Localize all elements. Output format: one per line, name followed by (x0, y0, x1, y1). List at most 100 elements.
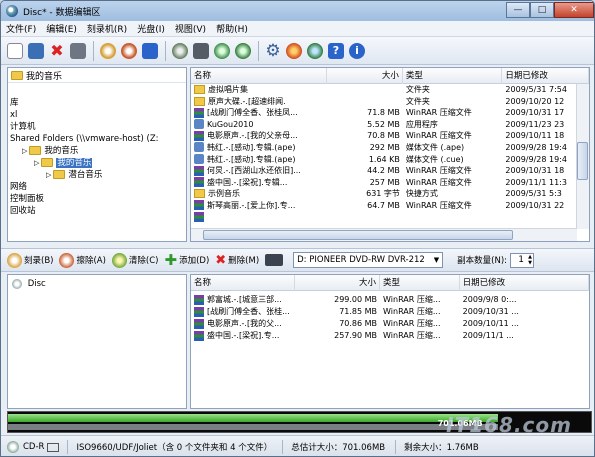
disc-file-date: 2009/9/8 0:... (460, 294, 589, 306)
col-type-header[interactable]: 类型 (403, 68, 503, 84)
file-date-text: 2009/10/20 12 (505, 96, 565, 106)
file-row[interactable]: 斯琴高丽.-.[爱上你].专... 64.7 MB WinRAR 压缩文件 2009/… (191, 200, 589, 212)
tree-node[interactable]: 计算机 (8, 121, 186, 133)
menu-view[interactable]: 视图(V) (170, 22, 211, 35)
save-icon (28, 42, 44, 59)
app-icon (194, 119, 204, 130)
clear-button[interactable]: 清除(C) (111, 252, 159, 268)
file-row[interactable]: KuGou2010 5.52 MB 应用程序 2009/11/23 23 (191, 119, 589, 131)
tree-node[interactable]: 回收站 (8, 205, 186, 217)
file-row[interactable]: 虚拟唱片集 文件夹 2009/5/31 7:54 (191, 84, 589, 96)
tree-node[interactable]: 控制面板 (8, 193, 186, 205)
burn-button[interactable]: 刻录(B) (7, 252, 53, 268)
menu-recorder[interactable]: 刻录机(R) (82, 22, 132, 35)
menu-edit[interactable]: 编辑(E) (41, 22, 82, 35)
expand-arrow-icon[interactable]: ▷ (34, 159, 39, 167)
file-size-text: 64.7 MB (367, 200, 400, 210)
file-size (327, 84, 403, 96)
menu-file[interactable]: 文件(F) (1, 22, 41, 35)
scroll-thumb[interactable] (203, 230, 513, 240)
delete-button[interactable]: ✖ (47, 41, 67, 61)
file-row[interactable]: 何炅.-.[西湖山水还依旧]... 44.2 MB WinRAR 压缩文件 2009/… (191, 165, 589, 177)
menu-help[interactable]: 帮助(H) (211, 22, 253, 35)
file-name-text: 虚拟唱片集 (208, 85, 248, 94)
file-row[interactable] (191, 212, 589, 224)
tree-node[interactable]: Shared Folders (\\vmware-host) (Z: (8, 133, 186, 145)
file-row[interactable]: 盛中国.-.[梁祝].专辑... 257 MB WinRAR 压缩文件 2009/11… (191, 177, 589, 189)
col-date-header[interactable]: 日期已修改 (502, 68, 589, 84)
tree-node[interactable] (8, 85, 186, 97)
burn-dvd-button[interactable] (119, 41, 139, 61)
disc-root-node[interactable]: Disc (8, 275, 186, 291)
disc-file-size: 257.90 MB (295, 330, 380, 342)
file-row[interactable]: 韩红.-.[感动].专辑.(ape) 1.64 KB 媒体文件 (.cue) 2009… (191, 154, 589, 166)
file-size-text: 70.8 MB (367, 131, 400, 141)
expand-arrow-icon[interactable]: ▷ (46, 171, 51, 179)
title-bar: Disc* - 数据编辑区 — □ ✕ (1, 1, 594, 21)
print-button[interactable] (68, 41, 88, 61)
col-size-header[interactable]: 大小 (327, 68, 403, 84)
file-date-text: 2009/5/31 7:54 (505, 85, 567, 94)
info-button[interactable]: i (347, 41, 367, 61)
file-row[interactable]: 原声大碟.-.[超速绯闻. 文件夹 2009/10/20 12 (191, 96, 589, 108)
horizontal-scrollbar[interactable] (191, 228, 577, 241)
disc-col-name-header[interactable]: 名称 (191, 275, 296, 291)
tree-node[interactable]: ▷ 潜台音乐 (8, 169, 186, 181)
close-button[interactable]: ✕ (554, 2, 594, 18)
add-button[interactable]: ✚ 添加(D) (165, 251, 210, 269)
tree-node[interactable]: 网络 (8, 181, 186, 193)
tree-node[interactable]: xl (8, 109, 186, 121)
burn-cd-button[interactable] (98, 41, 118, 61)
file-size: 64.7 MB (327, 200, 403, 212)
disc-col-date-header[interactable]: 日期已修改 (460, 275, 589, 291)
disc-file-row[interactable]: 电影原声.-.[我的父... 70.86 MB WinRAR 压缩... 2009/1… (191, 318, 589, 330)
drive-select[interactable]: D: PIONEER DVD-RW DVR-212 ▼ (293, 252, 444, 268)
delete-file-button[interactable]: ✖ 删除(M) (215, 253, 259, 268)
tree-node[interactable]: 库 (8, 97, 186, 109)
erase-button[interactable]: 擦除(A) (59, 252, 106, 268)
disc-file-row[interactable]: 郭富城.-.[城意三部... 299.00 MB WinRAR 压缩... 2009/… (191, 294, 589, 306)
globe-button[interactable] (305, 41, 325, 61)
file-row[interactable]: 电影原声.-.[我的父亲母... 70.8 MB WinRAR 压缩文件 2009/1… (191, 130, 589, 142)
col-name-header[interactable]: 名称 (191, 68, 328, 84)
fire-button[interactable] (284, 41, 304, 61)
settings-button[interactable]: ⚙ (263, 41, 283, 61)
maximize-button[interactable]: □ (530, 2, 554, 18)
disc-copy-button[interactable] (140, 41, 160, 61)
file-name (191, 212, 327, 224)
vertical-scrollbar[interactable] (576, 84, 589, 229)
file-size: 70.8 MB (327, 130, 403, 142)
scroll-thumb[interactable] (577, 142, 588, 180)
disc-file-row[interactable]: 盛中国.-.[梁祝].专... 257.90 MB WinRAR 压缩... 2009… (191, 330, 589, 342)
file-row[interactable]: [战刷门傅全香、张桂凤... 71.8 MB WinRAR 压缩文件 2009/10/… (191, 107, 589, 119)
drive-info-button[interactable] (191, 41, 211, 61)
tree-node[interactable]: ▷ 我的音乐 (8, 145, 186, 157)
eject-button[interactable] (170, 41, 190, 61)
file-row[interactable]: 示例音乐 631 字节 快捷方式 2009/5/31 5:3 (191, 188, 589, 200)
folder-icon (194, 85, 205, 94)
disc-file-date-text: 2009/9/8 0:... (462, 295, 517, 304)
file-name: 韩红.-.[感动].专辑.(ape) (191, 154, 327, 166)
menu-bar: 文件(F) 编辑(E) 刻录机(R) 光盘(I) 视图(V) 帮助(H) (1, 21, 594, 37)
file-type-text: 应用程序 (405, 119, 438, 129)
help-button[interactable]: ? (326, 41, 346, 61)
minimize-button[interactable]: — (506, 2, 530, 18)
disc-col-type-header[interactable]: 类型 (380, 275, 460, 291)
disc-rows: 郭富城.-.[城意三部... 299.00 MB WinRAR 压缩... 2009/… (191, 291, 589, 342)
disc-green-button[interactable] (212, 41, 232, 61)
new-button[interactable] (5, 41, 25, 61)
disc-file-date: 2009/11/1 ... (460, 330, 589, 342)
tree-node[interactable]: ▷ 我的音乐 (8, 157, 186, 169)
disc-green2-button[interactable] (233, 41, 253, 61)
burn-cd-icon (100, 42, 116, 59)
menu-disc[interactable]: 光盘(I) (132, 22, 170, 35)
disc-file-row[interactable]: [战刷门傅全香、张桂... 71.85 MB WinRAR 压缩... 2009/10… (191, 306, 589, 318)
erase-label: 擦除(A) (76, 256, 106, 266)
path-combobox[interactable]: 我的音乐 (8, 68, 186, 83)
expand-arrow-icon[interactable]: ▷ (22, 147, 27, 155)
eject-icon (172, 42, 188, 59)
copies-stepper[interactable]: 1 ▲ ▼ (510, 252, 534, 268)
disc-col-size-header[interactable]: 大小 (295, 275, 381, 291)
save-button[interactable] (26, 41, 46, 61)
file-row[interactable]: 韩红.-.[感动].专辑.(ape) 292 MB 媒体文件 (.ape) 2009/… (191, 142, 589, 154)
